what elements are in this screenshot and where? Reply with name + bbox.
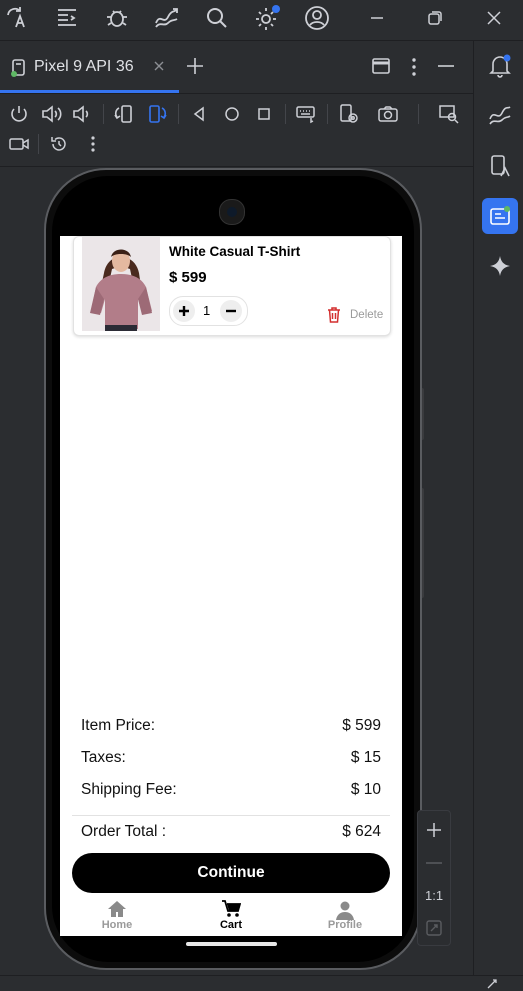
order-total-value: $ 624: [342, 823, 381, 840]
status-bar: [0, 975, 523, 991]
gemini-icon[interactable]: [482, 248, 518, 284]
cart-icon: [191, 900, 271, 918]
volume-down-icon[interactable]: [70, 102, 94, 126]
decrease-quantity-button[interactable]: [220, 300, 242, 322]
profile-icon: [305, 900, 385, 920]
home-circle-icon[interactable]: [220, 102, 244, 126]
overview-icon[interactable]: [252, 102, 276, 126]
shipping-value: $ 10: [350, 781, 381, 798]
taxes-value: $ 15: [350, 749, 381, 766]
running-devices-icon[interactable]: [482, 198, 518, 234]
chart-icon[interactable]: [152, 3, 182, 33]
bug-icon[interactable]: [102, 3, 132, 33]
more-device-actions-icon[interactable]: [81, 132, 105, 156]
product-image[interactable]: [82, 237, 160, 331]
nav-profile-label: Profile: [327, 919, 363, 931]
rotate-right-icon[interactable]: [145, 102, 169, 126]
front-camera: [219, 199, 245, 225]
translate-icon[interactable]: [2, 3, 32, 33]
quantity-value: 1: [203, 303, 211, 318]
nav-home-label: Home: [101, 919, 133, 931]
hide-panel-icon[interactable]: [437, 64, 455, 68]
item-price-value: $ 599: [342, 717, 381, 734]
continue-button[interactable]: Continue: [72, 853, 390, 893]
taxes-row: Taxes: $ 15: [81, 749, 381, 767]
back-icon[interactable]: [187, 102, 211, 126]
ide-title-toolbar: [0, 0, 523, 41]
zoom-in-icon[interactable]: [426, 822, 442, 838]
nav-profile[interactable]: Profile: [305, 900, 385, 936]
app-screen: White Casual T-Shirt $ 599 1 Delete Item…: [60, 236, 402, 936]
close-icon[interactable]: [479, 3, 509, 33]
nav-cart-label: Cart: [219, 919, 242, 931]
shipping-label: Shipping Fee:: [81, 781, 177, 798]
taxes-label: Taxes:: [81, 749, 126, 766]
order-total-label: Order Total :: [81, 823, 167, 840]
tab-label: Pixel 9 API 36: [34, 58, 134, 75]
actual-size-label[interactable]: 1:1: [425, 888, 443, 903]
device-settings-icon[interactable]: [337, 102, 361, 126]
product-name: White Casual T-Shirt: [169, 244, 301, 259]
quantity-stepper: 1: [169, 296, 248, 326]
notifications-icon[interactable]: [482, 48, 518, 84]
record-video-icon[interactable]: [7, 132, 31, 156]
item-price-row: Item Price: $ 599: [81, 717, 381, 735]
profiler-icon[interactable]: [482, 98, 518, 134]
order-total-row: Order Total : $ 624: [81, 823, 381, 841]
zoom-controls: 1:1: [417, 810, 451, 946]
zoom-out-icon[interactable]: [426, 862, 442, 864]
status-indicator-icon[interactable]: [486, 978, 500, 990]
structure-icon[interactable]: [52, 3, 82, 33]
keyboard-icon[interactable]: [294, 102, 318, 126]
camera-icon[interactable]: [376, 102, 400, 126]
product-price: $ 599: [169, 269, 207, 286]
tab-close-icon[interactable]: [153, 60, 165, 72]
trash-icon: [327, 307, 341, 323]
volume-up-icon[interactable]: [39, 102, 63, 126]
zoom-screen-icon[interactable]: [437, 102, 461, 126]
restore-icon[interactable]: [420, 3, 450, 33]
delete-label: Delete: [350, 309, 384, 321]
window-layout-icon[interactable]: [372, 58, 390, 74]
gesture-bar[interactable]: [186, 942, 277, 946]
summary-divider: [72, 815, 390, 816]
tab-pixel-9[interactable]: Pixel 9 API 36: [0, 41, 179, 93]
fit-screen-icon[interactable]: [426, 920, 442, 936]
account-icon[interactable]: [302, 3, 332, 33]
snapshot-history-icon[interactable]: [47, 132, 71, 156]
item-price-label: Item Price:: [81, 717, 156, 734]
rotate-left-icon[interactable]: [112, 102, 136, 126]
power-icon[interactable]: [7, 102, 31, 126]
increase-quantity-button[interactable]: [173, 300, 195, 322]
add-tab-icon[interactable]: [185, 56, 205, 76]
home-icon: [77, 900, 157, 918]
settings-icon[interactable]: [252, 3, 282, 33]
device-icon: [10, 58, 28, 78]
minimize-icon[interactable]: [362, 3, 392, 33]
device-toolbar: [0, 94, 473, 167]
nav-home[interactable]: Home: [77, 900, 157, 936]
right-tool-sidebar: [473, 41, 523, 990]
delete-button[interactable]: Delete: [327, 307, 383, 323]
cart-item-card: White Casual T-Shirt $ 599 1 Delete: [73, 236, 391, 336]
nav-cart[interactable]: Cart: [191, 900, 271, 936]
device-manager-icon[interactable]: [482, 148, 518, 184]
more-options-icon[interactable]: [409, 57, 419, 77]
search-icon[interactable]: [202, 3, 232, 33]
running-devices-tabs: Pixel 9 API 36: [0, 41, 473, 94]
active-tab-indicator: [0, 90, 179, 93]
shipping-row: Shipping Fee: $ 10: [81, 781, 381, 799]
